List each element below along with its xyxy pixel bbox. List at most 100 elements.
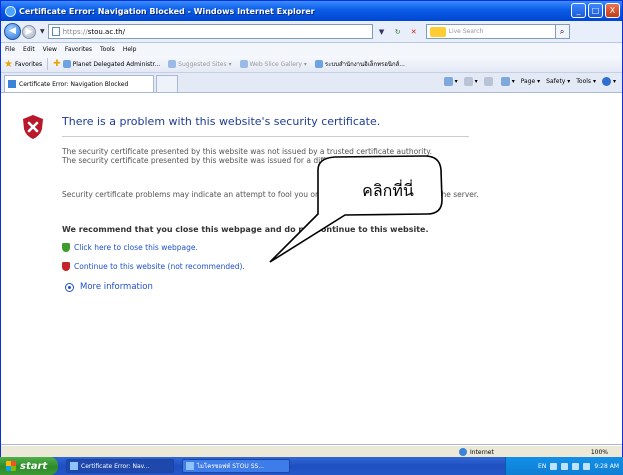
address-dropdown-icon[interactable]: ▼	[376, 26, 388, 38]
page-menu[interactable]: Page ▾	[521, 78, 540, 85]
tray-icon[interactable]	[572, 462, 580, 470]
more-information-label: More information	[80, 282, 153, 292]
page-content: There is a problem with this website's s…	[1, 93, 622, 445]
address-prefix: https://	[62, 27, 88, 36]
home-button[interactable]: ▾	[443, 77, 458, 86]
print-button[interactable]: ▾	[500, 77, 515, 86]
error-heading: There is a problem with this website's s…	[62, 115, 381, 128]
continue-to-website-link[interactable]: Continue to this website (not recommende…	[62, 262, 245, 271]
taskbar-item[interactable]: ไมโครซอฟท์ STOU SS...	[182, 459, 290, 473]
continue-link-text: Continue to this website (not recommende…	[74, 262, 245, 271]
suggested-sites-icon	[168, 60, 177, 68]
zoom-level[interactable]: 100%	[591, 449, 608, 456]
home-icon	[443, 77, 453, 86]
menu-view[interactable]: View	[43, 46, 57, 53]
close-webpage-link[interactable]: Click here to close this webpage.	[62, 243, 198, 252]
system-tray: EN 9:28 AM	[505, 457, 623, 475]
menu-bar: File Edit View Favorites Tools Help	[1, 43, 622, 56]
tab-favicon-icon	[8, 80, 16, 88]
menu-edit[interactable]: Edit	[23, 46, 35, 53]
command-bar: ▾ ▾ ▾ Page ▾ Safety ▾ Tools ▾ ▾	[443, 77, 616, 86]
tab-label: Certificate Error: Navigation Blocked	[19, 80, 129, 88]
tools-menu[interactable]: Tools ▾	[576, 78, 596, 85]
favorite-item-label: Planet Delegated Administr...	[72, 60, 161, 68]
zone-label: Internet	[470, 448, 494, 456]
taskbar-item-label: Certificate Error: Nav...	[81, 462, 150, 470]
address-host: stou.ac.th/	[87, 27, 125, 36]
window-controls: _ □ X	[571, 3, 620, 18]
security-error-shield-icon	[23, 115, 43, 139]
ie-logo-icon	[5, 5, 16, 17]
divider	[62, 136, 469, 137]
web-slice-icon	[239, 60, 248, 68]
red-shield-icon	[62, 262, 70, 271]
more-information-toggle[interactable]: More information	[65, 282, 153, 292]
volume-icon[interactable]	[583, 462, 591, 470]
favorite-item-label: ระบบสำนักงานอิเล็กทรอนิกส์...	[324, 61, 405, 68]
back-button[interactable]: ◀	[4, 23, 21, 40]
mail-icon	[483, 77, 493, 86]
address-tools: ▼ ↻ ✕	[376, 26, 420, 38]
start-label: start	[20, 460, 48, 472]
recommendation-text: We recommend that you close this webpage…	[62, 225, 429, 234]
menu-favorites[interactable]: Favorites	[65, 46, 92, 53]
add-favorite-icon[interactable]: ✚	[53, 59, 61, 69]
maximize-button[interactable]: □	[588, 3, 603, 18]
live-search-icon	[429, 26, 446, 37]
minimize-button[interactable]: _	[571, 3, 586, 18]
favorite-item-label: Suggested Sites ▾	[178, 60, 232, 68]
tab-certificate-error[interactable]: Certificate Error: Navigation Blocked	[4, 75, 154, 92]
window-title: Certificate Error: Navigation Blocked - …	[19, 6, 315, 16]
address-input[interactable]: https:// stou.ac.th/	[47, 24, 373, 39]
taskbar-item[interactable]: Certificate Error: Nav...	[66, 459, 174, 473]
print-icon	[500, 77, 510, 86]
tray-icon[interactable]	[550, 462, 558, 470]
stop-icon[interactable]: ✕	[408, 26, 420, 38]
favorites-label[interactable]: Favorites	[15, 61, 42, 68]
favicon-icon	[62, 60, 71, 68]
refresh-icon[interactable]: ↻	[392, 26, 404, 38]
security-zone: Internet	[459, 448, 494, 456]
favorite-item-label: Web Slice Gallery ▾	[249, 60, 307, 68]
certificate-explanation: The security certificate presented by th…	[62, 147, 433, 165]
feeds-button[interactable]: ▾	[463, 77, 478, 86]
callout-text: คลิกที่นี่	[362, 181, 414, 200]
mail-button[interactable]	[483, 77, 495, 86]
favorite-item[interactable]: ระบบสำนักงานอิเล็กทรอนิกส์...	[314, 59, 405, 69]
history-dropdown-icon[interactable]: ▼	[40, 28, 45, 35]
search-icon[interactable]: ⌕	[555, 24, 570, 39]
taskbar: start Certificate Error: Nav... ไมโครซอฟ…	[0, 457, 623, 475]
help-button[interactable]: ▾	[601, 77, 616, 86]
start-button[interactable]: start	[0, 457, 58, 475]
favorites-star-icon[interactable]: ★	[4, 59, 13, 70]
language-indicator[interactable]: EN	[538, 463, 546, 470]
expand-icon	[65, 282, 74, 292]
taskbar-item-label: ไมโครซอฟท์ STOU SS...	[197, 463, 265, 470]
close-webpage-link-text: Click here to close this webpage.	[74, 243, 198, 252]
search-input[interactable]: Live Search	[425, 24, 556, 39]
close-window-button[interactable]: X	[605, 3, 620, 18]
menu-tools[interactable]: Tools	[100, 46, 115, 53]
menu-help[interactable]: Help	[123, 46, 137, 53]
address-row: ◀ ▶ ▼ https:// stou.ac.th/ ▼ ↻ ✕ Live Se…	[1, 21, 622, 43]
tray-icon[interactable]	[561, 462, 569, 470]
search-placeholder: Live Search	[448, 28, 484, 35]
divider	[47, 58, 49, 70]
forward-button[interactable]: ▶	[22, 24, 36, 39]
feeds-icon	[463, 77, 473, 86]
favorite-item[interactable]: Planet Delegated Administr...	[62, 60, 161, 68]
favorites-bar: ★ Favorites ✚ Planet Delegated Administr…	[1, 56, 622, 73]
clock[interactable]: 9:28 AM	[594, 463, 619, 470]
page-icon	[51, 27, 60, 36]
safety-menu[interactable]: Safety ▾	[546, 78, 570, 85]
windows-flag-icon	[6, 461, 16, 471]
title-bar: Certificate Error: Navigation Blocked - …	[1, 1, 622, 21]
favicon-icon	[314, 60, 323, 68]
new-tab-button[interactable]	[156, 75, 178, 92]
menu-file[interactable]: File	[5, 46, 15, 53]
favorite-item[interactable]: Web Slice Gallery ▾	[239, 60, 307, 68]
ie-icon	[70, 462, 78, 470]
internet-zone-icon	[459, 448, 467, 456]
app-icon	[186, 462, 194, 470]
favorite-item[interactable]: Suggested Sites ▾	[168, 60, 232, 68]
